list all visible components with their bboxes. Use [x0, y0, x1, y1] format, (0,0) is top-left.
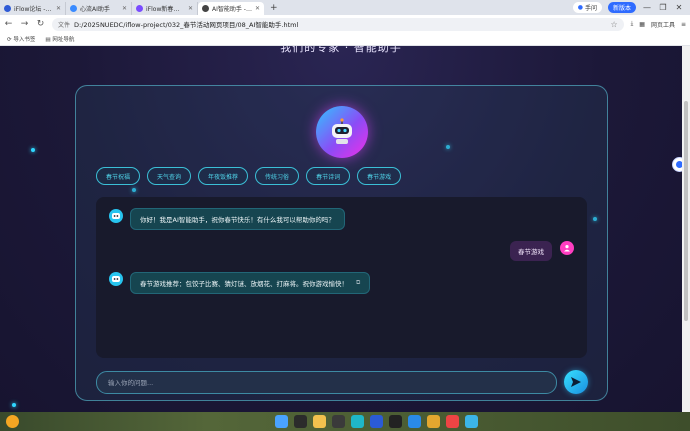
tab-favicon [136, 5, 143, 12]
word-icon[interactable] [370, 415, 383, 428]
send-icon [571, 377, 581, 387]
app-icon[interactable] [446, 415, 459, 428]
robot-icon [112, 276, 120, 282]
chip-poems[interactable]: 春节诗词 [306, 167, 351, 185]
tab-favicon [4, 5, 11, 12]
bookmark-import[interactable]: ⟳ 导入书签 [7, 35, 35, 43]
close-icon[interactable]: ✕ [122, 5, 127, 12]
taskbar-apps [275, 415, 478, 428]
particle-dot [31, 148, 35, 152]
toolbar-right: ⤓ ▦ 网页工具 ≡ [631, 20, 686, 29]
maximize-icon[interactable]: ❐ [658, 3, 668, 12]
bookmarks-bar: ⟳ 导入书签 ▤ 网址导航 [0, 33, 690, 46]
address-bar[interactable]: 文件 D:/2025NUEDC/iflow-project/032_春节活动网页… [52, 17, 624, 31]
url-text: D:/2025NUEDC/iflow-project/032_春节活动网页项目/… [74, 21, 299, 29]
tab-title: AI智能助手 - ... [212, 6, 252, 13]
search-icon[interactable] [294, 415, 307, 428]
web-tools-button[interactable]: 网页工具 [651, 20, 675, 29]
tab-title: iFlow新春双活动上... [146, 6, 185, 13]
close-icon[interactable]: ✕ [255, 5, 260, 12]
bot-message-text: 你好！我是AI智能助手，祝你春节快乐！有什么我可以帮助你的吗？ [140, 216, 335, 224]
chat-messages: 你好！我是AI智能助手，祝你春节快乐！有什么我可以帮助你的吗？ 春节游戏 春节游… [96, 197, 587, 358]
browser-tab-active[interactable]: AI智能助手 - ... ✕ [198, 2, 264, 15]
browser-tab-0[interactable]: iFlow论坛 - 粤智AI ✕ [0, 2, 66, 15]
new-tab-button[interactable]: + [264, 3, 284, 13]
user-message: 春节游戏 [510, 241, 552, 261]
reload-icon[interactable]: ↻ [36, 19, 45, 29]
tab-favicon [70, 5, 77, 12]
bot-message-text: 春节游戏推荐：包饺子比赛、猜灯谜、放烟花、打麻将。祝你游戏愉快！ [140, 280, 348, 288]
tabstrip-right-controls: ● 手问 新版本 — ❐ ✕ [572, 2, 690, 13]
quick-chips: 春节祝福 天气查询 年夜饭推荐 传统习俗 春节诗词 春节游戏 [96, 167, 402, 185]
user-avatar [560, 241, 574, 255]
page-viewport: 我们的专家 · 智能助手 春节祝福 天气查询 年夜饭推荐 传统习俗 春节诗词 春… [0, 46, 682, 412]
address-bar-row: ← → ↻ 文件 D:/2025NUEDC/iflow-project/032_… [0, 15, 690, 33]
send-button[interactable] [564, 370, 588, 394]
app-icon[interactable] [465, 415, 478, 428]
back-icon[interactable]: ← [4, 19, 13, 29]
login-pill-label: 新版本 [612, 5, 631, 12]
user-icon [564, 245, 570, 252]
file-indicator: 文件 [58, 21, 71, 29]
chrome-icon[interactable] [427, 415, 440, 428]
menu-icon[interactable]: ≡ [681, 21, 686, 28]
bot-avatar [109, 272, 123, 286]
bookmark-nav[interactable]: ▤ 网址导航 [45, 35, 74, 43]
app-icon[interactable] [332, 415, 345, 428]
bot-message: 春节游戏推荐：包饺子比赛、猜灯谜、放烟花、打麻将。祝你游戏愉快！ ⧉ [130, 272, 371, 294]
browser-tab-2[interactable]: iFlow新春双活动上... ✕ [132, 2, 198, 15]
page-title: 我们的专家 · 智能助手 [280, 46, 402, 54]
windows-start-icon[interactable] [275, 415, 288, 428]
page-scrollbar[interactable] [682, 46, 690, 412]
forward-icon[interactable]: → [20, 19, 29, 29]
chip-customs[interactable]: 传统习俗 [255, 167, 300, 185]
chip-greetings[interactable]: 春节祝福 [96, 167, 141, 185]
chat-input[interactable] [96, 371, 557, 394]
sparkle-icon: ● [577, 4, 583, 11]
tab-title: iFlow论坛 - 粤智AI [14, 6, 53, 13]
bookmark-label: 网址导航 [52, 37, 75, 43]
robot-icon [112, 213, 120, 219]
login-pill[interactable]: 新版本 [607, 2, 636, 13]
chip-dinner[interactable]: 年夜饭推荐 [198, 167, 249, 185]
minimize-icon[interactable]: — [642, 3, 652, 12]
folder-icon[interactable] [313, 415, 326, 428]
tab-favicon [202, 5, 209, 12]
scrollbar-thumb[interactable] [684, 101, 688, 321]
copy-icon[interactable]: ⧉ [356, 279, 360, 287]
star-icon[interactable]: ☆ [610, 20, 617, 29]
chip-games[interactable]: 春节游戏 [357, 167, 402, 185]
close-icon[interactable]: ✕ [188, 5, 193, 12]
particle-dot [12, 403, 16, 407]
assistant-pill-label: 手问 [584, 5, 597, 12]
extension-icon[interactable]: ▦ [639, 21, 645, 28]
chip-weather[interactable]: 天气查询 [147, 167, 192, 185]
os-taskbar [0, 412, 690, 431]
bookmark-label: 导入书签 [13, 37, 36, 43]
chat-card: 春节祝福 天气查询 年夜饭推荐 传统习俗 春节诗词 春节游戏 你好！我是AI智能… [75, 85, 608, 401]
close-icon[interactable]: ✕ [56, 5, 61, 12]
bot-message: 你好！我是AI智能助手，祝你春节快乐！有什么我可以帮助你的吗？ [130, 208, 345, 230]
browser-icon[interactable] [351, 415, 364, 428]
weather-icon[interactable] [6, 415, 19, 428]
app-icon[interactable] [389, 415, 402, 428]
browser-tab-1[interactable]: 心流AI助手 ✕ [66, 2, 132, 15]
close-window-icon[interactable]: ✕ [674, 3, 684, 12]
user-message-text: 春节游戏 [518, 248, 544, 256]
assistant-pill[interactable]: ● 手问 [572, 2, 602, 13]
robot-avatar [316, 106, 368, 158]
tab-strip: iFlow论坛 - 粤智AI ✕ 心流AI助手 ✕ iFlow新春双活动上...… [0, 0, 690, 15]
vscode-icon[interactable] [408, 415, 421, 428]
bot-avatar [109, 209, 123, 223]
robot-icon [332, 118, 352, 144]
download-icon[interactable]: ⤓ [631, 20, 634, 28]
tab-title: 心流AI助手 [80, 6, 110, 13]
